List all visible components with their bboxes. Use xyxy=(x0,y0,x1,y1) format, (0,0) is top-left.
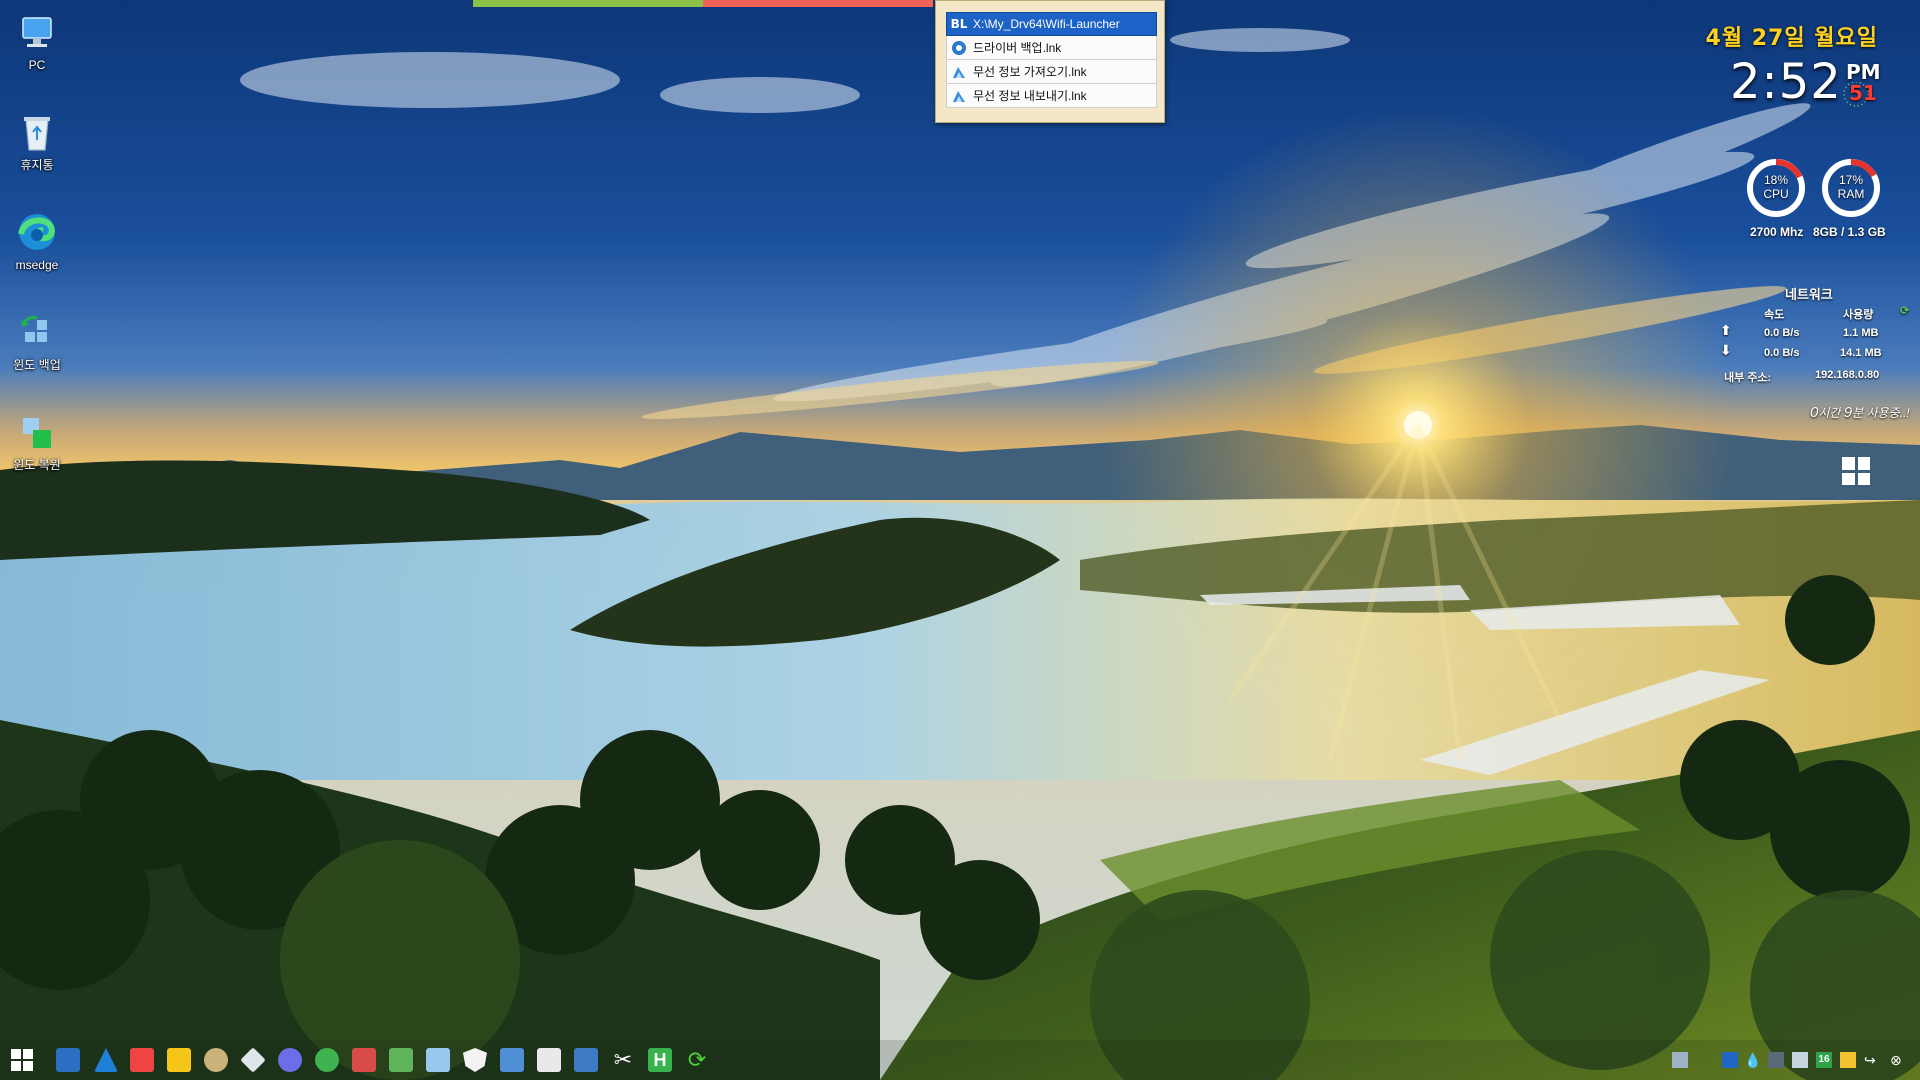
cpu-gauge: 18% CPU xyxy=(1745,157,1807,219)
document-icon[interactable] xyxy=(426,1048,450,1072)
upload-speed: 0.0 B/s xyxy=(1764,327,1800,339)
recycle-bin-icon xyxy=(15,110,59,154)
drop-icon[interactable]: 💧 xyxy=(1744,1052,1761,1068)
chrome-like-icon[interactable] xyxy=(278,1048,302,1072)
share-icon[interactable]: ↪ xyxy=(1864,1052,1880,1068)
strip-green-segment xyxy=(473,0,703,7)
launcher-item-wifi-import[interactable]: 무선 정보 가져오기.lnk xyxy=(946,60,1157,84)
anydesk-icon[interactable] xyxy=(130,1048,154,1072)
wifi-export-icon xyxy=(950,87,968,105)
bl-badge-icon: BL xyxy=(950,17,968,31)
download-usage: 14.1 MB xyxy=(1840,347,1882,359)
download-speed: 0.0 B/s xyxy=(1764,347,1800,359)
cpu-text: 18% CPU xyxy=(1763,173,1789,201)
network-tray-icon[interactable] xyxy=(1672,1052,1688,1068)
cleaner-icon[interactable] xyxy=(204,1048,228,1072)
seconds-label: 51 xyxy=(1849,81,1877,105)
gear-icon xyxy=(950,39,968,57)
desktop-icon-recycle-bin[interactable]: 휴지통 xyxy=(6,110,68,172)
app-tray-icon[interactable] xyxy=(1722,1052,1738,1068)
launcher-item-wifi-export[interactable]: 무선 정보 내보내기.lnk xyxy=(946,84,1157,108)
wifi-import-icon xyxy=(950,63,968,81)
usage-header: 사용량 xyxy=(1843,309,1874,321)
ip-address: 192.168.0.80 xyxy=(1815,369,1880,381)
remote-icon[interactable] xyxy=(500,1048,524,1072)
scissors-icon[interactable]: ✂ xyxy=(611,1048,635,1072)
desktop-icon-msedge[interactable]: msedge xyxy=(6,210,68,272)
speed-header: 속도 xyxy=(1764,309,1785,321)
refresh-icon[interactable]: ⟳ xyxy=(685,1048,709,1072)
launcher-list: BL X:\My_Drv64\Wifi-Launcher 드라이버 백업.lnk… xyxy=(946,12,1157,108)
desktop-icon-windows-restore[interactable]: 윈도 복원 xyxy=(6,410,68,472)
globe-icon[interactable] xyxy=(315,1048,339,1072)
launcher-item-driver-backup[interactable]: 드라이버 백업.lnk xyxy=(946,36,1157,60)
monitor-icon[interactable] xyxy=(56,1048,80,1072)
ram-text: 17% RAM xyxy=(1837,173,1865,201)
strip-red-segment xyxy=(703,0,933,7)
download-arrow-icon: ⬇ xyxy=(1720,342,1732,358)
ram-usage: 8GB / 1.3 GB xyxy=(1813,225,1886,239)
pc-icon xyxy=(15,10,59,54)
backup-icon xyxy=(15,310,59,354)
badge-16-icon[interactable]: 16 xyxy=(1816,1052,1832,1068)
wifi-launcher-menu: BL X:\My_Drv64\Wifi-Launcher 드라이버 백업.lnk… xyxy=(935,0,1165,123)
ram-gauge: 17% RAM xyxy=(1820,157,1882,219)
storage-icon[interactable] xyxy=(1768,1052,1784,1068)
refresh-net-icon[interactable]: ⟳ xyxy=(1900,304,1909,317)
desktop-icon-pc[interactable]: PC xyxy=(6,10,68,72)
network-icon[interactable] xyxy=(352,1048,376,1072)
desktop-icon-windows-backup[interactable]: 윈도 백업 xyxy=(6,310,68,372)
time-label: 2:52 xyxy=(1730,54,1842,110)
launcher-item-path[interactable]: BL X:\My_Drv64\Wifi-Launcher xyxy=(946,12,1157,36)
uptime-label: 0시간 9분 사용중..! xyxy=(1810,404,1910,421)
laptop-icon[interactable] xyxy=(574,1048,598,1072)
cpu-frequency: 2700 Mhz xyxy=(1750,225,1804,239)
desktop-wallpaper xyxy=(0,0,1920,1080)
display-icon[interactable] xyxy=(1792,1052,1808,1068)
edge-icon xyxy=(15,210,59,254)
upload-usage: 1.1 MB xyxy=(1843,327,1879,339)
restore-icon xyxy=(15,410,59,454)
close-tray-icon[interactable]: ⊗ xyxy=(1890,1052,1906,1068)
ip-label: 내부 주소: xyxy=(1724,372,1772,384)
top-progress-strip xyxy=(473,0,933,7)
h-app-icon[interactable]: H xyxy=(648,1048,672,1072)
chat-icon[interactable] xyxy=(1840,1052,1856,1068)
date-label: 4월 27일 월요일 xyxy=(1705,26,1878,51)
upload-arrow-icon: ⬆ xyxy=(1720,322,1732,338)
image-tool-icon[interactable] xyxy=(537,1048,561,1072)
install-icon[interactable] xyxy=(389,1048,413,1072)
network-title: 네트워크 xyxy=(1785,287,1833,302)
landscape-image xyxy=(0,0,1920,1080)
potplayer-icon[interactable] xyxy=(167,1048,191,1072)
windows-start-icon[interactable] xyxy=(11,1049,35,1073)
windows-logo-widget[interactable] xyxy=(1842,457,1870,485)
